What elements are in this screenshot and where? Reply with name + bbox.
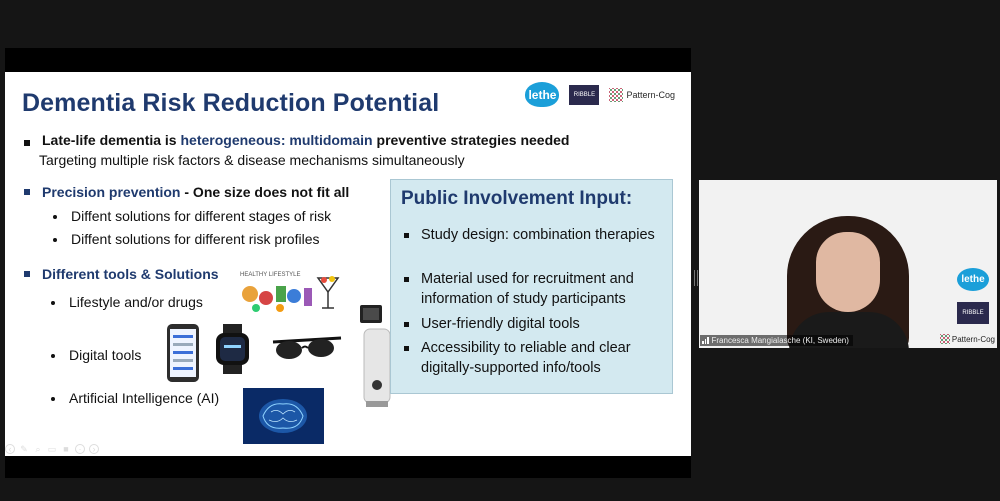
slide-logos: lethe RIBBLE Pattern-Cog xyxy=(525,82,675,107)
point1-part4: preventive strategies needed xyxy=(372,132,570,148)
bullet-dot xyxy=(51,354,55,358)
public-involvement-item: Accessibility to reliable and clear digi… xyxy=(421,340,631,376)
public-involvement-item: Study design: combination therapies xyxy=(421,227,655,243)
point2-text: Precision prevention - One size does not… xyxy=(42,184,349,200)
back-icon[interactable]: ‹ xyxy=(5,444,15,454)
pattern-cog-dots-icon xyxy=(609,87,624,102)
smartwatch-image xyxy=(216,324,249,374)
pattern-cog-dots-icon xyxy=(939,334,950,344)
public-involvement-item: User-friendly digital tools xyxy=(421,316,580,332)
point3-sub3: Artificial Intelligence (AI) xyxy=(69,390,220,406)
bullet-square xyxy=(404,346,409,351)
lethe-logo: lethe xyxy=(525,82,560,107)
healthy-lifestyle-image: HEALTHY LIFESTYLE xyxy=(240,272,340,312)
point1-subtext: Targeting multiple risk factors & diseas… xyxy=(39,152,465,168)
point2-rest: - One size does not fit all xyxy=(180,184,350,200)
forward-icon[interactable]: › xyxy=(89,444,99,454)
bullet-dot xyxy=(51,397,55,401)
point2-lead: Precision prevention xyxy=(42,184,181,200)
lifestyle-image-label: HEALTHY LIFESTYLE xyxy=(240,272,300,278)
bullet-dot xyxy=(51,301,55,305)
ribble-logo: RIBBLE xyxy=(957,302,989,324)
participant-video-tile[interactable]: lethe RIBBLE Pattern-Cog Francesca Mangi… xyxy=(699,180,997,348)
cc-icon[interactable]: ▭ xyxy=(47,444,57,454)
lethe-logo: lethe xyxy=(957,268,989,291)
point1-multidomain: multidomain xyxy=(285,132,373,148)
resize-handle[interactable] xyxy=(694,270,698,286)
more-icon[interactable]: · xyxy=(75,444,85,454)
slide-title: Dementia Risk Reduction Potential xyxy=(22,89,440,117)
point2-sub2: Diffent solutions for different risk pro… xyxy=(71,231,320,247)
camera-icon[interactable]: ■ xyxy=(61,444,71,454)
point1-heterogeneous: heterogeneous: xyxy=(180,132,286,148)
pattern-cog-logo: Pattern-Cog xyxy=(609,87,675,102)
bullet-square xyxy=(404,322,409,327)
pattern-cog-label: Pattern-Cog xyxy=(951,334,995,344)
public-involvement-item: Material used for recruitment and inform… xyxy=(421,271,634,307)
point3-sub2: Digital tools xyxy=(69,347,142,363)
bullet-dot xyxy=(53,238,57,242)
bullet-square xyxy=(404,233,409,238)
search-icon[interactable]: ⌕ xyxy=(33,444,43,454)
participant-face xyxy=(816,232,880,312)
point2-sub1: Diffent solutions for different stages o… xyxy=(71,208,332,224)
ai-brain-image xyxy=(243,388,324,444)
ribble-logo: RIBBLE xyxy=(569,84,600,105)
public-involvement-title: Public Involvement Input: xyxy=(401,188,633,209)
presentation-controls: ‹ ✎ ⌕ ▭ ■ · › xyxy=(5,444,99,454)
point3-lead: Different tools & Solutions xyxy=(42,266,219,282)
bullet-square xyxy=(24,189,30,195)
bullet-square xyxy=(24,140,30,146)
point1-part1: Late-life dementia is xyxy=(42,132,181,148)
bullet-square xyxy=(24,271,30,277)
pattern-cog-label: Pattern-Cog xyxy=(626,89,675,100)
smartphone-image xyxy=(167,324,199,382)
smart-glasses-image xyxy=(272,336,342,359)
pen-icon[interactable]: ✎ xyxy=(19,444,29,454)
signal-strength-icon xyxy=(702,337,709,344)
public-involvement-box: Public Involvement Input: Study design: … xyxy=(390,179,673,394)
bullet-dot xyxy=(53,215,57,219)
participant-name-tag: Francesca Mangialasche (KI, Sweden) xyxy=(700,335,853,346)
point1-text: Late-life dementia is heterogeneous: mul… xyxy=(42,132,570,148)
point3-sub1: Lifestyle and/or drugs xyxy=(69,294,203,310)
bullet-square xyxy=(404,277,409,282)
presentation-slide: Dementia Risk Reduction Potential lethe … xyxy=(5,72,691,456)
participant-name: Francesca Mangialasche (KI, Sweden) xyxy=(711,336,849,345)
pattern-cog-logo: Pattern-Cog xyxy=(939,334,995,344)
